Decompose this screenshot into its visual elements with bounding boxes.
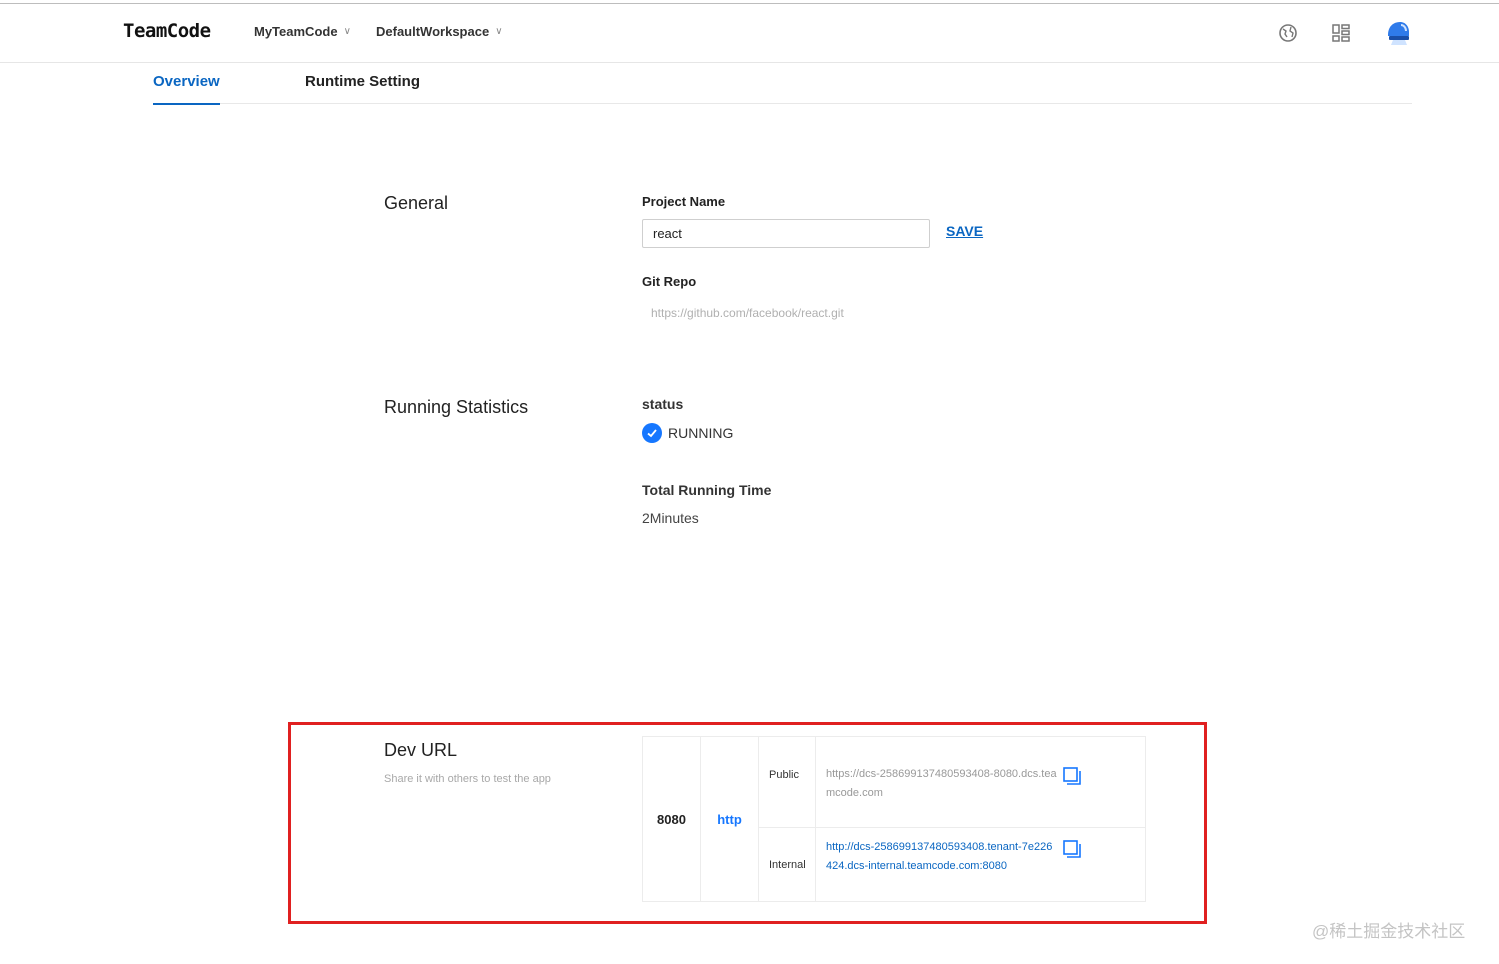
git-repo-value: https://github.com/facebook/react.git bbox=[651, 306, 844, 320]
port-cell: 8080 bbox=[643, 737, 701, 901]
git-repo-label: Git Repo bbox=[642, 274, 697, 289]
globe-icon[interactable] bbox=[1277, 22, 1299, 44]
save-button[interactable]: SAVE bbox=[946, 223, 983, 239]
check-circle-icon bbox=[642, 423, 662, 443]
project-name-label: Project Name bbox=[642, 194, 726, 209]
apps-grid-icon[interactable] bbox=[1330, 22, 1352, 44]
internal-label: Internal bbox=[769, 859, 806, 871]
internal-label-cell: Internal bbox=[759, 828, 816, 901]
public-label-cell: Public bbox=[759, 737, 816, 827]
status-indicator: RUNNING bbox=[642, 423, 733, 443]
dev-url-subtitle: Share it with others to test the app bbox=[384, 773, 551, 785]
team-dropdown-label: MyTeamCode bbox=[254, 24, 338, 39]
protocol-cell: http bbox=[701, 737, 759, 901]
general-section-title: General bbox=[384, 193, 449, 213]
public-label: Public bbox=[769, 769, 799, 781]
logo[interactable]: TeamCode bbox=[123, 20, 211, 42]
status-value: RUNNING bbox=[668, 425, 734, 441]
total-running-time-value: 2Minutes bbox=[642, 510, 699, 526]
copy-icon[interactable] bbox=[1062, 766, 1082, 786]
status-label: status bbox=[642, 396, 684, 412]
public-url-row: Public https://dcs-258699137480593408-80… bbox=[759, 737, 1145, 828]
internal-url[interactable]: http://dcs-258699137480593408.tenant-7e2… bbox=[826, 838, 1058, 876]
copy-icon[interactable] bbox=[1062, 839, 1082, 859]
running-statistics-title: Running Statistics bbox=[384, 397, 529, 417]
tab-runtime-setting[interactable]: Runtime Setting bbox=[305, 73, 420, 90]
workspace-dropdown[interactable]: DefaultWorkspace ∨ bbox=[376, 24, 503, 39]
dev-url-table: 8080 http Public https://dcs-25869913748… bbox=[642, 736, 1146, 902]
team-dropdown[interactable]: MyTeamCode ∨ bbox=[254, 24, 351, 39]
app-header: TeamCode MyTeamCode ∨ DefaultWorkspace ∨ bbox=[0, 4, 1499, 63]
tab-bar: Overview Runtime Setting bbox=[153, 62, 1412, 105]
chevron-down-icon: ∨ bbox=[495, 26, 503, 37]
internal-url-row: Internal http://dcs-258699137480593408.t… bbox=[759, 828, 1145, 901]
workspace-dropdown-label: DefaultWorkspace bbox=[376, 24, 490, 39]
dev-url-title: Dev URL bbox=[384, 740, 458, 760]
chevron-down-icon: ∨ bbox=[343, 26, 351, 37]
project-name-input[interactable] bbox=[642, 219, 930, 248]
watermark: @稀土掘金技术社区 bbox=[1312, 922, 1466, 941]
tab-overview[interactable]: Overview bbox=[153, 73, 220, 105]
avatar-icon[interactable] bbox=[1384, 19, 1412, 47]
public-url[interactable]: https://dcs-258699137480593408-8080.dcs.… bbox=[826, 765, 1058, 803]
total-running-time-label: Total Running Time bbox=[642, 482, 772, 498]
